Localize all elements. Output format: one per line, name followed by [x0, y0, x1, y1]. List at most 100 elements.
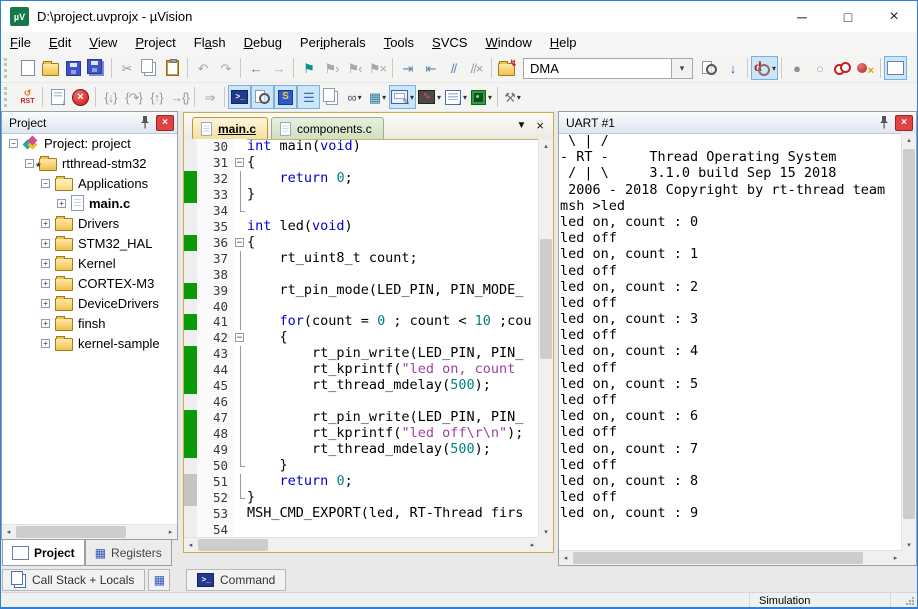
target-select[interactable]: DMA▾: [523, 58, 693, 79]
serial-window-button[interactable]: ▾: [389, 85, 416, 109]
debug-settings-dropdown-icon[interactable]: ▾: [517, 93, 521, 102]
tab-main-c[interactable]: main.c: [192, 117, 268, 139]
collapse-icon[interactable]: −: [9, 139, 18, 148]
pin-icon[interactable]: [876, 115, 892, 130]
toolbox-button[interactable]: ▾: [469, 85, 494, 109]
toolbar-drag-handle[interactable]: [4, 58, 12, 78]
registers-window-button[interactable]: ☰: [297, 85, 320, 109]
memory-window-button[interactable]: ▦▾: [366, 85, 389, 109]
fold-collapse-icon[interactable]: [234, 330, 247, 346]
code-line-31[interactable]: 31{: [184, 155, 539, 171]
menu-edit[interactable]: Edit: [40, 32, 80, 54]
code-line-42[interactable]: 42 {: [184, 330, 539, 346]
menu-svcs[interactable]: SVCS: [423, 32, 476, 54]
menu-peripherals[interactable]: Peripherals: [291, 32, 375, 54]
collapse-icon[interactable]: −: [41, 179, 50, 188]
menu-debug[interactable]: Debug: [235, 32, 291, 54]
menu-help[interactable]: Help: [541, 32, 586, 54]
save-all-button[interactable]: [85, 56, 108, 80]
tree-item-main-c[interactable]: +main.c: [2, 193, 177, 213]
uart-panel-close-icon[interactable]: ×: [895, 115, 913, 131]
memory-map-button[interactable]: ▦: [148, 569, 170, 591]
comment-selection-button[interactable]: //: [442, 56, 465, 80]
tree-item-stm32-hal[interactable]: +STM32_HAL: [2, 233, 177, 253]
toolbar-drag-handle[interactable]: [4, 87, 12, 107]
bookmark-toggle-button[interactable]: ⚑: [297, 56, 320, 80]
tab-list-icon[interactable]: ▼: [517, 120, 527, 131]
incremental-find-button[interactable]: ↓: [721, 56, 744, 80]
analysis-window-button[interactable]: ▾: [416, 85, 443, 109]
minimize-button[interactable]: ─: [779, 1, 825, 32]
expand-icon[interactable]: +: [41, 279, 50, 288]
uncomment-selection-button[interactable]: //×: [465, 56, 488, 80]
insert-remove-breakpoint-button[interactable]: ●: [785, 56, 808, 80]
maximize-button[interactable]: □: [825, 1, 871, 32]
pin-icon[interactable]: [137, 115, 153, 130]
project-hscrollbar[interactable]: ◂▸: [2, 524, 177, 539]
fold-collapse-icon[interactable]: [234, 235, 247, 251]
call-stack-window-button[interactable]: [320, 85, 343, 109]
menu-view[interactable]: View: [80, 32, 126, 54]
code-line-54[interactable]: 54: [184, 522, 539, 538]
system-viewer-button[interactable]: ▾: [443, 85, 469, 109]
expand-icon[interactable]: +: [57, 199, 66, 208]
symbols-window-button[interactable]: [274, 85, 297, 109]
tree-item-applications[interactable]: −Applications: [2, 173, 177, 193]
expand-icon[interactable]: +: [41, 219, 50, 228]
fold-collapse-icon[interactable]: [234, 155, 247, 171]
project-panel-close-icon[interactable]: ×: [156, 115, 174, 131]
tree-item-devicedrivers[interactable]: +DeviceDrivers: [2, 293, 177, 313]
start-stop-debug-dropdown-icon[interactable]: ▾: [772, 64, 776, 73]
code-line-43[interactable]: 43 rt_pin_write(LED_PIN, PIN_: [184, 346, 539, 362]
expand-icon[interactable]: +: [41, 319, 50, 328]
trace-records-button[interactable]: [46, 85, 69, 109]
bookmark-next-button[interactable]: ⚑›: [320, 56, 343, 80]
run-button[interactable]: ⇒: [198, 85, 221, 109]
tab-components-c[interactable]: components.c: [271, 117, 384, 139]
disable-all-breakpoints-button[interactable]: [831, 56, 854, 80]
code-line-48[interactable]: 48 rt_kprintf("led off\r\n");: [184, 426, 539, 442]
step-out-button[interactable]: {↑}: [145, 85, 168, 109]
code-line-37[interactable]: 37 rt_uint8_t count;: [184, 251, 539, 267]
tree-item-cortex-m3[interactable]: +CORTEX-M3: [2, 273, 177, 293]
command-window-button[interactable]: [228, 85, 251, 109]
reset-cpu-button[interactable]: [16, 85, 39, 109]
bookmark-previous-button[interactable]: ⚑‹: [343, 56, 366, 80]
code-line-49[interactable]: 49 rt_thread_mdelay(500);: [184, 442, 539, 458]
indent-button[interactable]: ⇥: [396, 56, 419, 80]
code-line-45[interactable]: 45 rt_thread_mdelay(500);: [184, 378, 539, 394]
tab-call-stack-locals[interactable]: Call Stack + Locals: [2, 569, 145, 591]
redo-button[interactable]: ↷: [214, 56, 237, 80]
start-stop-debug-button[interactable]: ▾: [751, 56, 778, 80]
code-line-50[interactable]: 50 }: [184, 458, 539, 474]
undo-button[interactable]: ↶: [191, 56, 214, 80]
tree-item-kernel-sample[interactable]: +kernel-sample: [2, 333, 177, 353]
code-line-34[interactable]: 34: [184, 203, 539, 219]
navigate-forward-button[interactable]: →: [267, 56, 290, 80]
run-to-cursor-button[interactable]: →{}: [168, 85, 191, 109]
expand-icon[interactable]: +: [41, 239, 50, 248]
serial-window-dropdown-icon[interactable]: ▾: [410, 93, 414, 102]
window-layout-button[interactable]: [884, 56, 907, 80]
editor-hscrollbar[interactable]: ◂▸: [184, 537, 539, 552]
watch-window-button[interactable]: ∞▾: [343, 85, 366, 109]
code-line-52[interactable]: 52}: [184, 490, 539, 506]
copy-button[interactable]: [138, 56, 161, 80]
cut-button[interactable]: ✂: [115, 56, 138, 80]
save-button[interactable]: [62, 56, 85, 80]
close-button[interactable]: ×: [871, 1, 917, 32]
code-line-39[interactable]: 39 rt_pin_mode(LED_PIN, PIN_MODE_: [184, 283, 539, 299]
tree-item-finsh[interactable]: +finsh: [2, 313, 177, 333]
stop-debug-button[interactable]: [69, 85, 92, 109]
system-viewer-dropdown-icon[interactable]: ▾: [463, 93, 467, 102]
code-line-38[interactable]: 38: [184, 267, 539, 283]
menu-flash[interactable]: Flash: [185, 32, 235, 54]
code-line-51[interactable]: 51 return 0;: [184, 474, 539, 490]
menu-project[interactable]: Project: [126, 32, 184, 54]
code-line-35[interactable]: 35int led(void): [184, 219, 539, 235]
code-line-44[interactable]: 44 rt_kprintf("led on, count: [184, 362, 539, 378]
kill-all-breakpoints-button[interactable]: [854, 56, 877, 80]
memory-window-dropdown-icon[interactable]: ▾: [382, 93, 386, 102]
code-line-40[interactable]: 40: [184, 299, 539, 315]
editor-vscrollbar[interactable]: ▴ ▾: [538, 139, 553, 538]
